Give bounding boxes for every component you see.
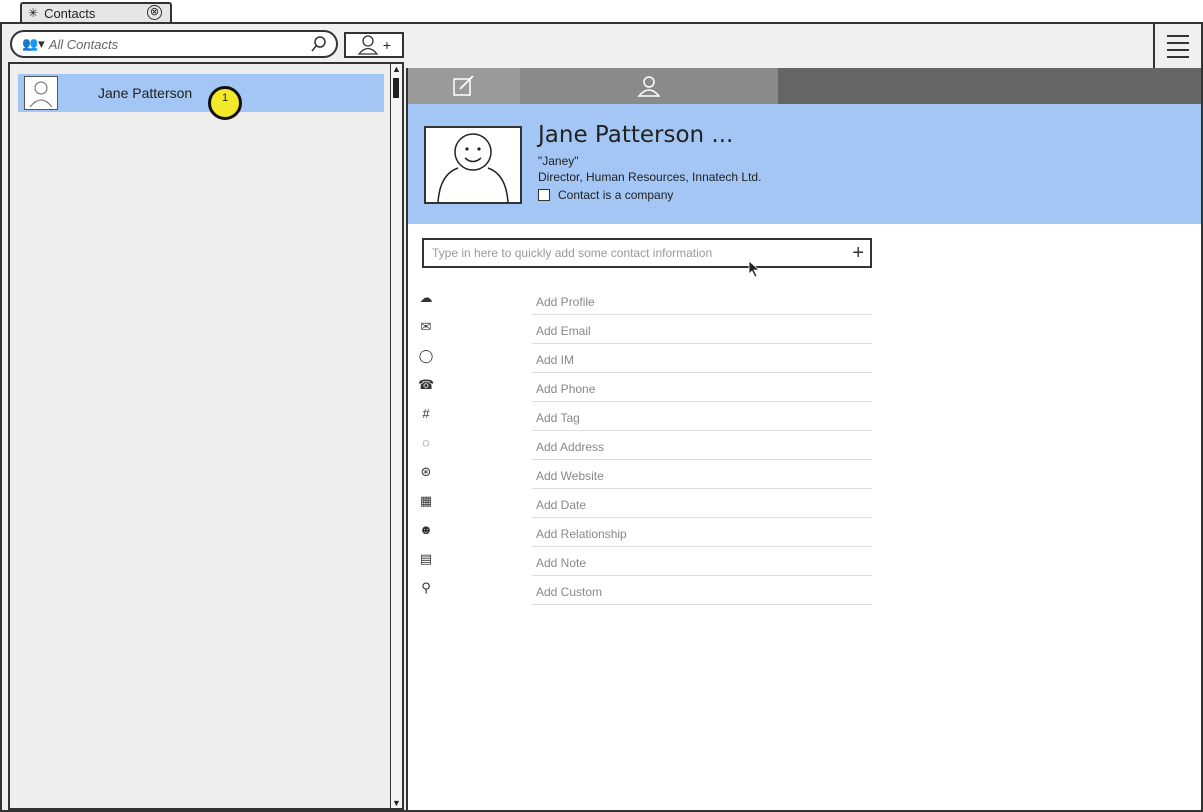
add-field-row[interactable]: ⚲ Add Custom [421,576,872,605]
avatar [24,76,58,110]
add-field-row[interactable]: ☁ Add Profile [420,286,872,315]
search-input[interactable]: All Contacts [49,37,118,52]
add-field-label[interactable]: Add Custom [536,585,602,599]
pin-icon: ⚲ [421,580,431,595]
scroll-thumb[interactable] [393,78,399,98]
add-field-row[interactable]: ◌ Add Address [422,431,872,460]
tab-edit[interactable] [408,68,520,104]
add-field-list: ☁ Add Profile ✉ Add Email ◯ Add IM ☎ Add Phone #… [418,286,872,605]
note-icon: ▤ [419,551,433,566]
add-field-row[interactable]: # Add Tag [422,402,872,431]
add-field-row[interactable]: ✉ Add Email [421,315,872,344]
add-field-label[interactable]: Add Date [536,498,586,512]
add-contact-button[interactable]: + [344,32,404,58]
add-field-label[interactable]: Add Tag [536,411,580,425]
contact-full-name[interactable]: Jane Patterson ... [538,122,733,148]
add-field-label[interactable]: Add Relationship [536,527,627,541]
contacts-tab[interactable]: ✳ Contacts ⊗ [20,2,172,22]
contact-detail: Jane Patterson ... "Janey" Director, Hum… [406,68,1201,810]
scroll-up-icon[interactable]: ▲ [392,64,401,74]
add-field-label[interactable]: Add Email [536,324,591,338]
hamburger-menu-icon[interactable] [1153,24,1201,68]
add-field-label[interactable]: Add Address [536,440,604,454]
people-icon: ☻ [419,522,433,537]
chat-icon: ◯ [418,348,434,363]
add-field-row[interactable]: ▤ Add Note [420,547,872,576]
company-checkbox-row[interactable]: Contact is a company [538,188,673,202]
search-box[interactable]: 👥▾ All Contacts [10,30,338,58]
list-scrollbar[interactable]: ▲ ▼ [390,64,402,808]
phone-icon: ☎ [418,377,435,392]
contacts-tab-label: Contacts [44,5,96,21]
company-checkbox-label: Contact is a company [558,188,674,202]
contact-nickname: "Janey" [538,154,579,168]
tab-profile[interactable] [520,68,778,104]
cloud-icon: ☁ [419,290,433,305]
add-field-row[interactable]: ⊛ Add Website [421,460,872,489]
add-field-label[interactable]: Add IM [536,353,574,367]
person-icon [637,76,661,97]
app-window: 👥▾ All Contacts + Jane Patterson ▲ ▼ 1 J… [0,22,1203,812]
mouse-cursor-icon [748,260,761,278]
contacts-filter-icon[interactable]: 👥▾ [22,36,45,52]
contact-header: Jane Patterson ... "Janey" Director, Hum… [408,104,1201,224]
quick-add-input[interactable]: Type in here to quickly add some contact… [432,246,712,260]
add-field-row[interactable]: ◯ Add IM [419,344,872,373]
location-icon: ◌ [422,435,430,450]
add-field-label[interactable]: Add Website [536,469,604,483]
contact-name: Jane Patterson [98,85,193,101]
detail-tabs [408,68,1201,104]
calendar-icon: ▦ [419,493,433,508]
add-contact-plus: + [382,37,392,53]
contact-list: Jane Patterson ▲ ▼ [8,62,404,810]
add-field-row[interactable]: ☎ Add Phone [418,373,872,402]
add-field-row[interactable]: ▦ Add Date [420,489,872,518]
add-field-label[interactable]: Add Profile [536,295,595,309]
add-field-row[interactable]: ☻ Add Relationship [419,518,872,547]
globe-icon: ⊛ [420,464,432,479]
company-checkbox[interactable] [538,189,550,201]
contacts-tab-icon: ✳ [28,6,39,20]
list-item[interactable]: Jane Patterson [18,74,384,112]
edit-icon [453,75,474,96]
contact-photo[interactable] [424,126,522,204]
close-tab-icon[interactable]: ⊗ [147,5,162,20]
annotation-badge: 1 [208,86,242,120]
email-icon: ✉ [420,319,432,334]
hash-icon: # [422,406,430,421]
add-field-label[interactable]: Add Phone [536,382,595,396]
quick-add-field[interactable]: Type in here to quickly add some contact… [422,238,872,268]
person-icon [357,35,379,55]
scroll-down-icon[interactable]: ▼ [392,798,401,808]
add-field-label[interactable]: Add Note [536,556,586,570]
quick-add-button[interactable]: + [852,242,864,265]
contact-job-title: Director, Human Resources, Innatech Ltd. [538,170,762,184]
search-icon[interactable] [310,35,328,56]
